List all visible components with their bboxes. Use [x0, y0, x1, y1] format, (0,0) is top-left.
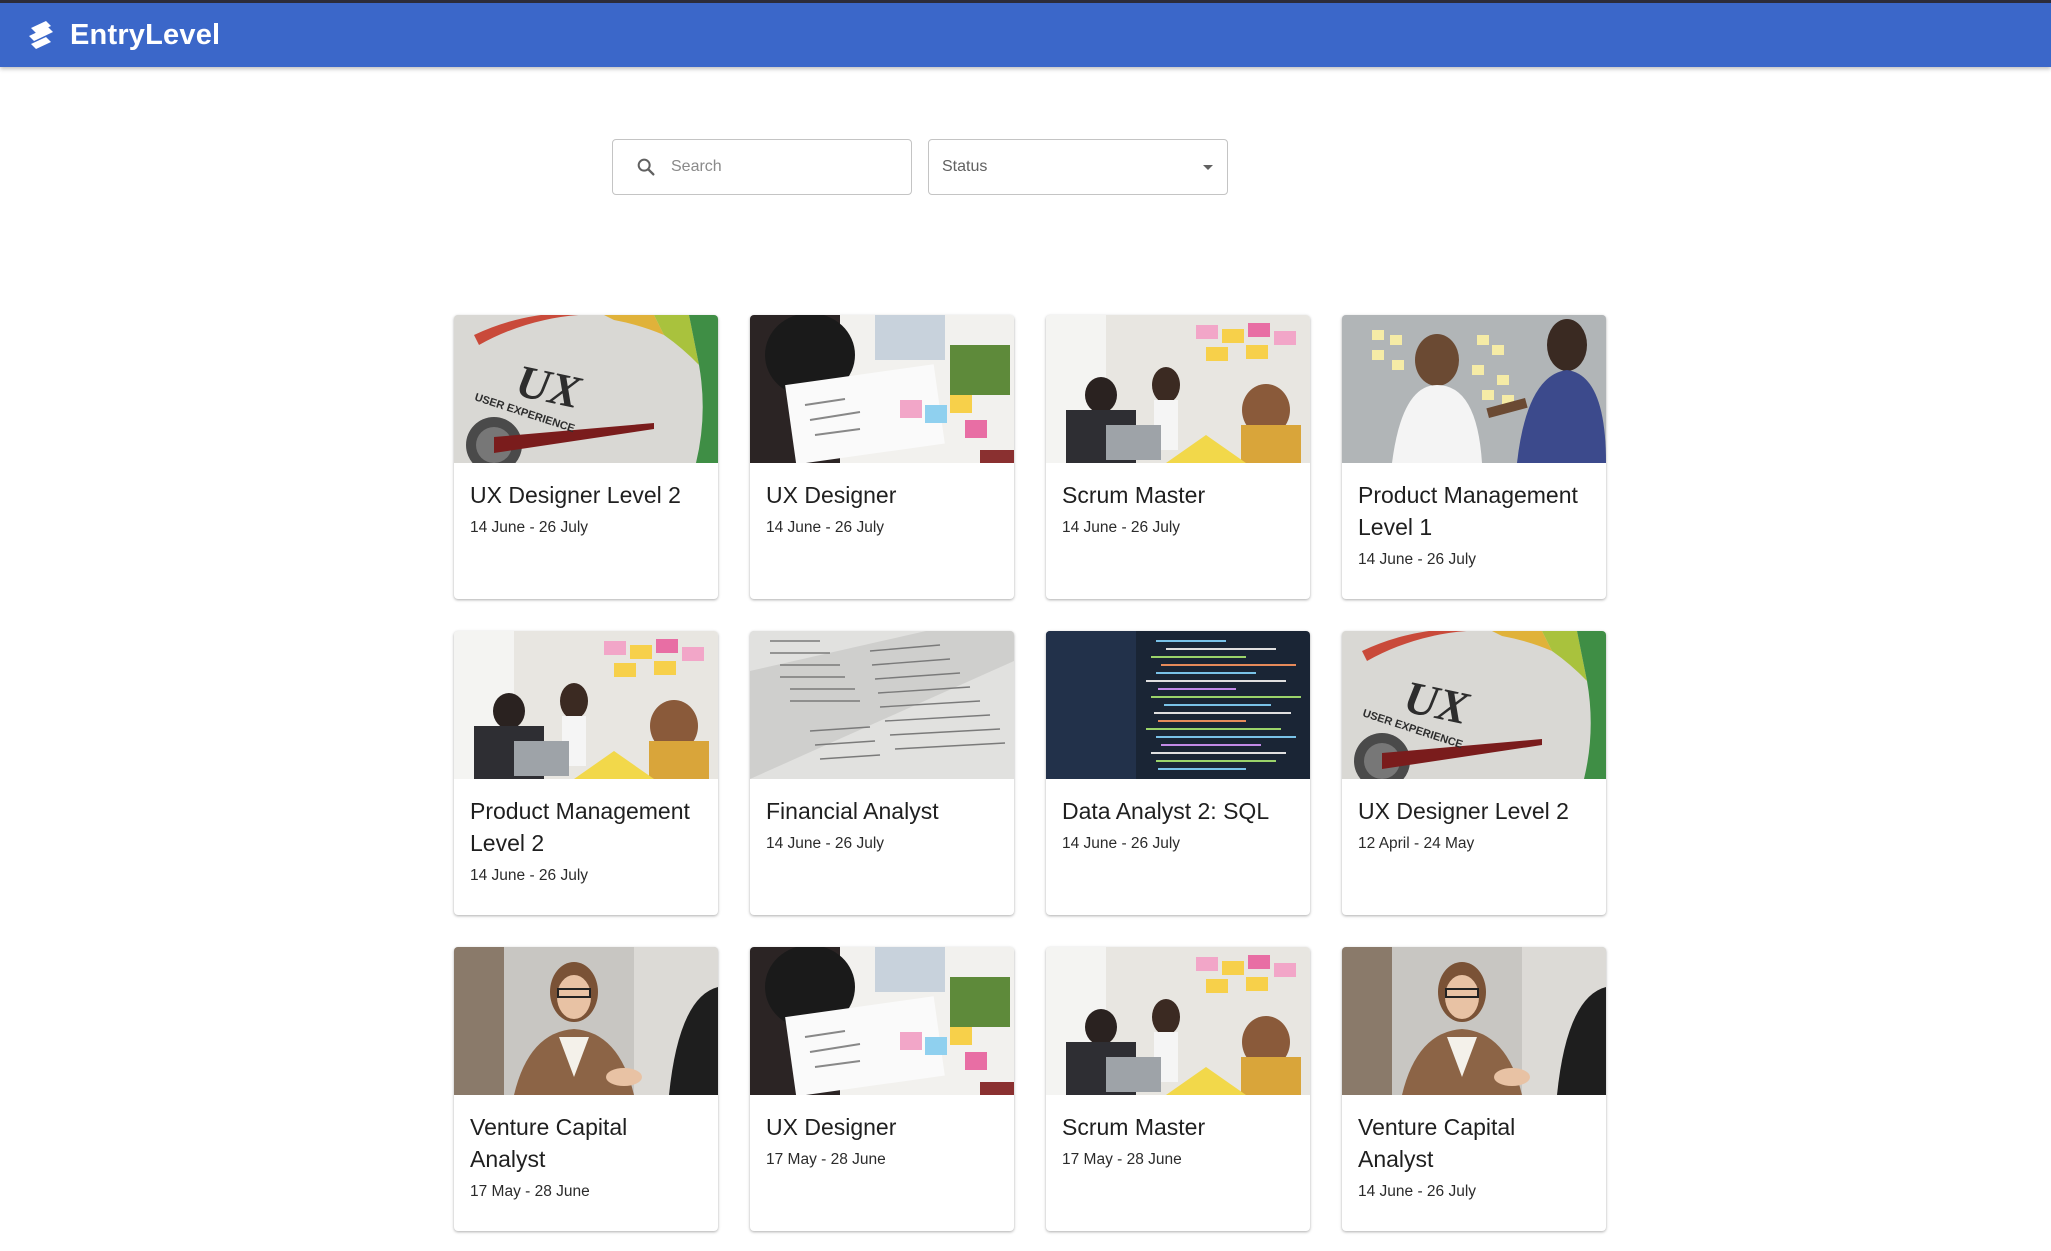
course-card[interactable]: Product Management Level 1 14 June - 26 …	[1342, 315, 1606, 599]
course-card[interactable]: UX USER EXPERIENCE UX Designer Level 2 1…	[454, 315, 718, 599]
course-dates: 17 May - 28 June	[766, 1151, 886, 1168]
course-title[interactable]: Product Management Level 2	[470, 795, 702, 859]
card-content: Product Management Level 2 14 June - 26 …	[454, 779, 718, 885]
course-image[interactable]	[750, 631, 1014, 779]
course-grid: UX USER EXPERIENCE UX Designer Level 2 1…	[454, 315, 1606, 1231]
course-image[interactable]	[750, 315, 1014, 463]
course-image[interactable]: UX USER EXPERIENCE	[454, 315, 718, 463]
search-icon	[635, 156, 657, 178]
course-title[interactable]: Product Management Level 1	[1358, 479, 1590, 543]
course-card[interactable]: Scrum Master 17 May - 28 June	[1046, 947, 1310, 1231]
course-title[interactable]: Venture Capital Analyst	[470, 1111, 702, 1175]
course-card[interactable]: UX Designer 17 May - 28 June	[750, 947, 1014, 1231]
status-dropdown-label: Status	[942, 158, 988, 175]
card-content: UX Designer 17 May - 28 June	[750, 1095, 1014, 1169]
course-dates: 14 June - 26 July	[1358, 551, 1477, 568]
course-dates: 17 May - 28 June	[1062, 1151, 1182, 1168]
course-dates: 14 June - 26 July	[1062, 835, 1181, 852]
card-content: Financial Analyst 14 June - 26 July	[750, 779, 1014, 853]
card-content: Venture Capital Analyst 17 May - 28 June	[454, 1095, 718, 1201]
search-input[interactable]	[671, 158, 891, 176]
course-image[interactable]	[1342, 315, 1606, 463]
course-card[interactable]: Scrum Master 14 June - 26 July	[1046, 315, 1310, 599]
card-content: UX Designer Level 2 14 June - 26 July	[454, 463, 718, 537]
course-card[interactable]: UX USER EXPERIENCE UX Designer Level 2 1…	[1342, 631, 1606, 915]
course-title[interactable]: UX Designer Level 2	[1358, 795, 1590, 827]
card-content: Scrum Master 14 June - 26 July	[1046, 463, 1310, 537]
course-image[interactable]	[454, 947, 718, 1095]
course-title[interactable]: Scrum Master	[1062, 1111, 1294, 1143]
course-image[interactable]	[1046, 315, 1310, 463]
course-card[interactable]: Data Analyst 2: SQL 14 June - 26 July	[1046, 631, 1310, 915]
course-dates: 12 April - 24 May	[1358, 835, 1475, 852]
filter-bar: Status	[612, 139, 1228, 195]
course-title[interactable]: UX Designer Level 2	[470, 479, 702, 511]
logo-icon[interactable]	[26, 19, 58, 51]
course-title[interactable]: Venture Capital Analyst	[1358, 1111, 1590, 1175]
course-title[interactable]: UX Designer	[766, 1111, 998, 1143]
course-image[interactable]	[1342, 947, 1606, 1095]
course-dates: 14 June - 26 July	[766, 835, 885, 852]
card-content: UX Designer Level 2 12 April - 24 May	[1342, 779, 1606, 853]
course-card[interactable]: UX Designer 14 June - 26 July	[750, 315, 1014, 599]
card-content: Product Management Level 1 14 June - 26 …	[1342, 463, 1606, 569]
card-content: Venture Capital Analyst 14 June - 26 Jul…	[1342, 1095, 1606, 1201]
brand-name[interactable]: EntryLevel	[70, 19, 220, 52]
course-card[interactable]: Venture Capital Analyst 17 May - 28 June	[454, 947, 718, 1231]
card-content: UX Designer 14 June - 26 July	[750, 463, 1014, 537]
course-image[interactable]	[1046, 947, 1310, 1095]
card-content: Data Analyst 2: SQL 14 June - 26 July	[1046, 779, 1310, 853]
chevron-down-icon	[1203, 164, 1213, 170]
course-dates: 14 June - 26 July	[470, 519, 589, 536]
app-header: EntryLevel	[0, 0, 2051, 67]
course-image[interactable]	[750, 947, 1014, 1095]
course-image[interactable]: UX USER EXPERIENCE	[1342, 631, 1606, 779]
course-dates: 14 June - 26 July	[1358, 1183, 1477, 1200]
course-dates: 14 June - 26 July	[470, 867, 589, 884]
course-title[interactable]: Data Analyst 2: SQL	[1062, 795, 1294, 827]
course-card[interactable]: Product Management Level 2 14 June - 26 …	[454, 631, 718, 915]
course-card[interactable]: Financial Analyst 14 June - 26 July	[750, 631, 1014, 915]
course-title[interactable]: UX Designer	[766, 479, 998, 511]
course-dates: 14 June - 26 July	[1062, 519, 1181, 536]
card-content: Scrum Master 17 May - 28 June	[1046, 1095, 1310, 1169]
search-field[interactable]	[612, 139, 912, 195]
course-dates: 14 June - 26 July	[766, 519, 885, 536]
status-dropdown[interactable]: Status	[928, 139, 1228, 195]
course-card[interactable]: Venture Capital Analyst 14 June - 26 Jul…	[1342, 947, 1606, 1231]
course-image[interactable]	[454, 631, 718, 779]
course-title[interactable]: Financial Analyst	[766, 795, 998, 827]
course-dates: 17 May - 28 June	[470, 1183, 590, 1200]
course-image[interactable]	[1046, 631, 1310, 779]
course-title[interactable]: Scrum Master	[1062, 479, 1294, 511]
